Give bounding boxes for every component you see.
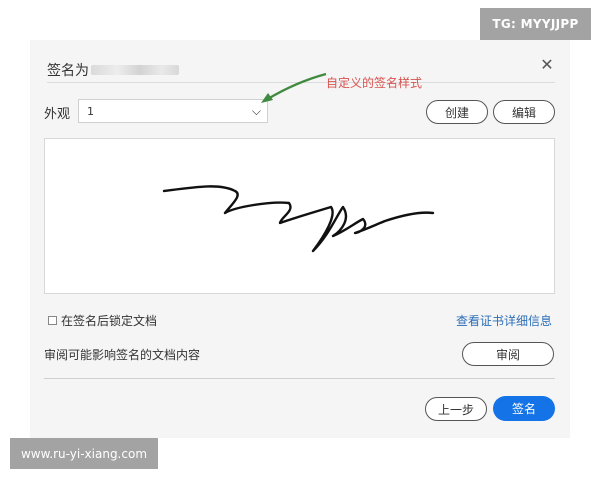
appearance-select[interactable]: 1 ⌵	[78, 99, 268, 123]
signature-preview	[44, 138, 555, 294]
lock-document-checkbox[interactable]	[48, 316, 57, 325]
create-button[interactable]: 创建	[426, 100, 488, 124]
close-icon[interactable]: ✕	[538, 56, 556, 74]
review-button[interactable]: 审阅	[462, 342, 554, 366]
appearance-select-value: 1	[87, 104, 94, 118]
annotation-arrow-icon	[261, 72, 327, 103]
lock-document-row[interactable]: 在签名后锁定文档	[48, 312, 157, 329]
redacted-name	[91, 65, 179, 75]
dialog-title-text: 签名为	[47, 63, 89, 79]
bottom-divider	[44, 378, 555, 379]
sign-button[interactable]: 签名	[493, 396, 555, 421]
dialog-title: 签名为	[47, 60, 179, 80]
previous-button[interactable]: 上一步	[425, 397, 487, 421]
sign-dialog: 签名为 ✕ 外观 1 ⌵ 自定义的签名样式 创建 编辑 在签名后锁定文档 查看证…	[30, 40, 570, 438]
view-certificate-link[interactable]: 查看证书详细信息	[456, 312, 552, 329]
appearance-label: 外观	[44, 107, 71, 122]
review-description: 审阅可能影响签名的文档内容	[44, 348, 201, 362]
watermark-bottom: www.ru-yi-xiang.com	[10, 438, 158, 469]
watermark-top: TG: MYYJJPP	[480, 8, 591, 40]
signature-drawing	[162, 185, 435, 253]
edit-button[interactable]: 编辑	[493, 100, 555, 124]
annotation-text: 自定义的签名样式	[326, 76, 423, 90]
lock-document-label: 在签名后锁定文档	[61, 314, 158, 328]
